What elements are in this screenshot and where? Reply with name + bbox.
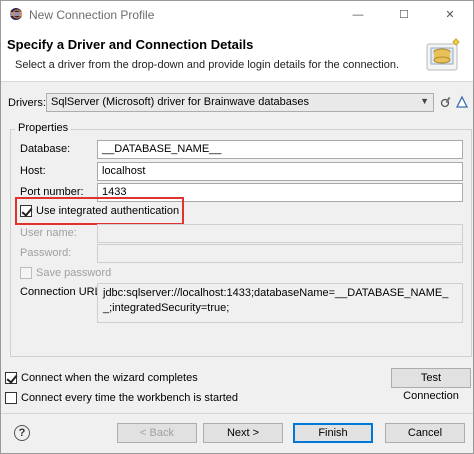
close-icon: ✕: [445, 9, 455, 21]
help-icon[interactable]: ?: [14, 425, 30, 441]
minimize-button[interactable]: —: [335, 1, 381, 28]
host-field[interactable]: localhost: [97, 162, 463, 181]
wizard-page-title: Specify a Driver and Connection Details: [7, 37, 254, 52]
test-connection-button[interactable]: Test Connection: [391, 368, 471, 402]
minimize-icon: —: [352, 8, 364, 21]
drivers-dropdown[interactable]: SqlServer (Microsoft) driver for Brainwa…: [46, 93, 434, 112]
maximize-button[interactable]: ☐: [381, 1, 427, 28]
save-password-label: Save password: [36, 267, 112, 279]
database-label: Database:: [20, 143, 71, 155]
password-label: Password:: [20, 247, 72, 259]
wizard-page-description: Select a driver from the drop-down and p…: [15, 59, 399, 71]
cancel-button[interactable]: Cancel: [385, 423, 465, 443]
database-field[interactable]: __DATABASE_NAME__: [97, 140, 463, 159]
window-title: New Connection Profile: [29, 8, 155, 22]
connect-every-time-label: Connect every time the workbench is star…: [21, 392, 239, 404]
finish-button[interactable]: Finish: [293, 423, 373, 443]
save-password-checkbox[interactable]: [20, 267, 32, 279]
next-button[interactable]: Next >: [203, 423, 283, 443]
edit-driver-icon[interactable]: [440, 95, 452, 109]
user-name-label: User name:: [20, 227, 77, 239]
wizard-header: Specify a Driver and Connection Details …: [1, 28, 473, 82]
eclipse-app-icon: [10, 8, 22, 20]
properties-group-label: Properties: [15, 122, 72, 134]
maximize-icon: ☐: [399, 9, 409, 21]
chevron-down-icon: ▼: [420, 96, 429, 106]
close-button[interactable]: ✕: [427, 1, 473, 28]
connection-url-label: Connection URL:: [20, 286, 104, 298]
title-bar: New Connection Profile — ☐ ✕: [1, 1, 473, 28]
new-connection-profile-dialog: New Connection Profile — ☐ ✕ Specify a D…: [0, 0, 474, 454]
database-wizard-icon: [426, 38, 460, 71]
button-bar-separator: [1, 413, 473, 414]
host-label: Host:: [20, 165, 46, 177]
user-name-field[interactable]: [97, 224, 463, 243]
new-driver-icon[interactable]: [456, 95, 468, 109]
connection-url-field[interactable]: jdbc:sqlserver://localhost:1433;database…: [97, 283, 463, 323]
integrated-auth-checkbox[interactable]: [20, 205, 32, 217]
connect-when-complete-label: Connect when the wizard completes: [21, 372, 198, 384]
back-button[interactable]: < Back: [117, 423, 197, 443]
connect-when-complete-checkbox[interactable]: [5, 372, 17, 384]
drivers-label: Drivers:: [8, 97, 46, 109]
connect-every-time-checkbox[interactable]: [5, 392, 17, 404]
integrated-auth-label: Use integrated authentication: [36, 205, 180, 217]
drivers-selected-value: SqlServer (Microsoft) driver for Brainwa…: [51, 96, 309, 108]
password-field[interactable]: [97, 244, 463, 263]
